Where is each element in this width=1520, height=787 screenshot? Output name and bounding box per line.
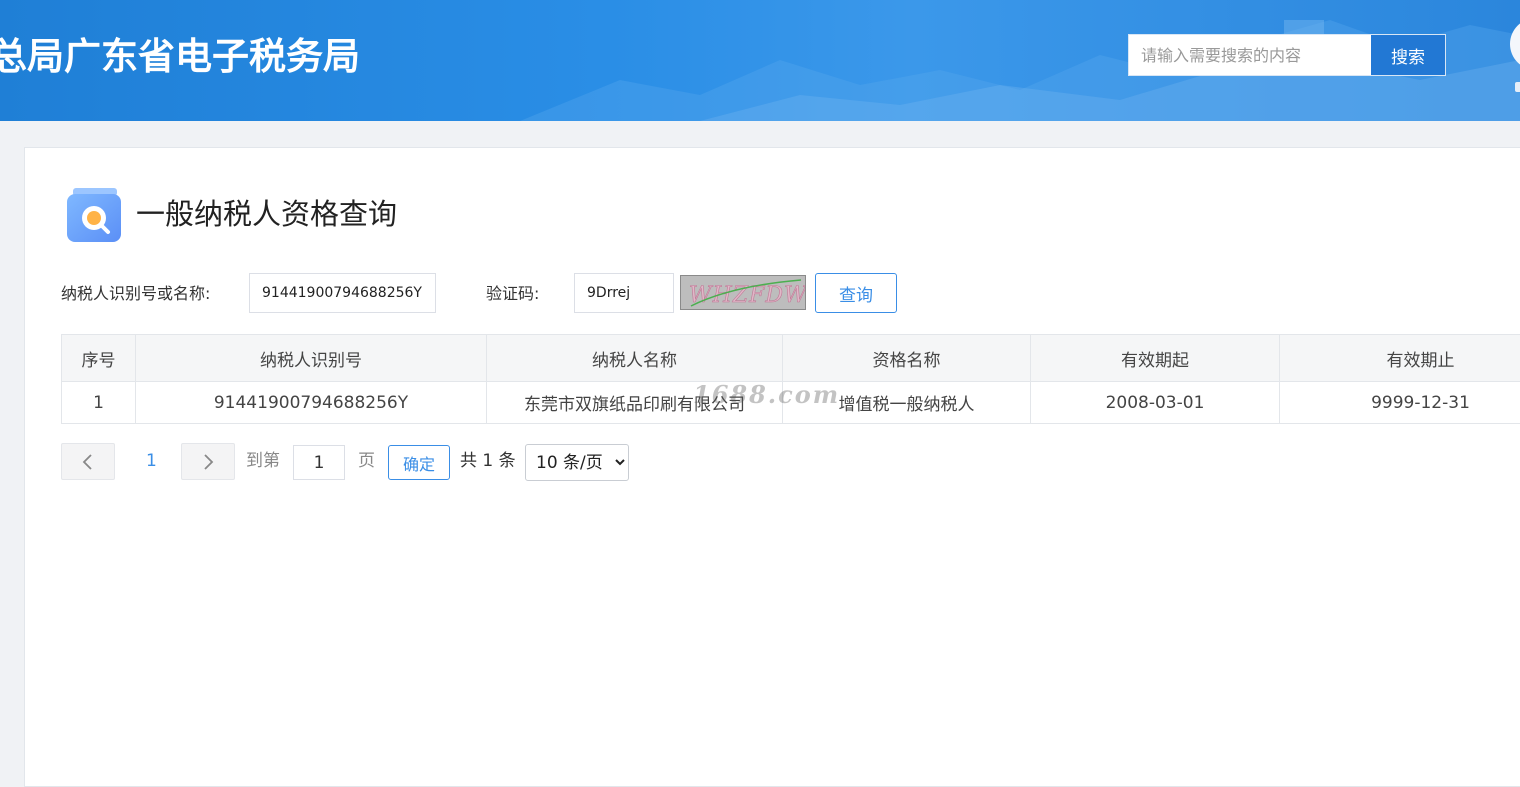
top-banner: 总局广东省电子税务局 搜索: [0, 0, 1520, 121]
chevron-left-icon: [81, 453, 95, 471]
search-document-icon: [65, 186, 123, 244]
table-header-row: 序号 纳税人识别号 纳税人名称 资格名称 有效期起 有效期止: [62, 335, 1520, 382]
cell-valid-to: 9999-12-31: [1280, 382, 1520, 424]
cell-taxpayer-id: 91441900794688256Y: [136, 382, 487, 424]
search-box: 搜索: [1128, 34, 1446, 76]
search-input[interactable]: [1129, 35, 1371, 75]
captcha-image[interactable]: WHZFDW: [680, 275, 806, 310]
next-page-button[interactable]: [181, 443, 235, 480]
captcha-input[interactable]: [574, 273, 674, 313]
taxpayer-label: 纳税人识别号或名称:: [61, 274, 210, 314]
query-card: 一般纳税人资格查询 纳税人识别号或名称: 验证码: WHZFDW 查询 序号 纳…: [24, 147, 1520, 787]
site-title: 总局广东省电子税务局: [0, 30, 360, 84]
goto-label: 到第: [246, 443, 280, 480]
watermark-text: 1688.com: [693, 380, 840, 409]
col-header-taxpayer-id: 纳税人识别号: [136, 335, 487, 382]
goto-confirm-button[interactable]: 确定: [388, 445, 450, 480]
captcha-label: 验证码:: [486, 274, 539, 314]
col-header-valid-from: 有效期起: [1031, 335, 1280, 382]
cell-valid-from: 2008-03-01: [1031, 382, 1280, 424]
page-title: 一般纳税人资格查询: [136, 192, 397, 236]
query-button[interactable]: 查询: [815, 273, 897, 313]
taxpayer-input[interactable]: [249, 273, 436, 313]
goto-page-input[interactable]: [293, 445, 345, 480]
user-menu-icon[interactable]: [1515, 82, 1520, 92]
col-header-qualification: 资格名称: [783, 335, 1031, 382]
col-header-index: 序号: [62, 335, 136, 382]
search-button[interactable]: 搜索: [1371, 35, 1445, 75]
result-table: 序号 纳税人识别号 纳税人名称 资格名称 有效期起 有效期止 1 9144190…: [61, 334, 1520, 424]
chevron-right-icon: [201, 453, 215, 471]
col-header-valid-to: 有效期止: [1280, 335, 1520, 382]
page-size-select[interactable]: 10 条/页: [525, 444, 629, 481]
current-page-number[interactable]: 1: [146, 443, 157, 480]
page-unit-label: 页: [358, 443, 375, 480]
total-count: 共 1 条: [460, 443, 516, 480]
cell-index: 1: [62, 382, 136, 424]
prev-page-button[interactable]: [61, 443, 115, 480]
col-header-taxpayer-name: 纳税人名称: [487, 335, 783, 382]
